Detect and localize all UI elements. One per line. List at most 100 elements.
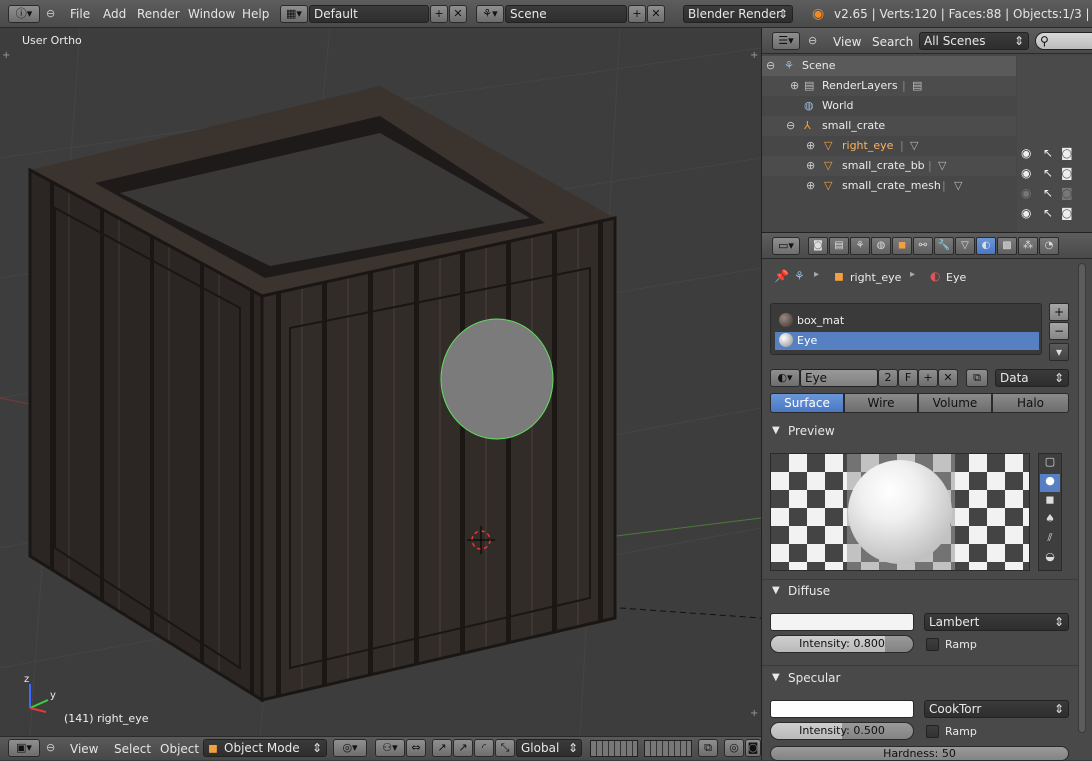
eye-icon[interactable]: ◉ — [1021, 166, 1031, 180]
camera-icon[interactable]: ◙ — [1061, 206, 1073, 220]
material-name-input[interactable]: Eye — [800, 369, 878, 387]
tab-halo[interactable]: Halo — [992, 393, 1069, 413]
specular-color-swatch[interactable] — [770, 700, 914, 718]
tab-object[interactable]: ◼ — [892, 237, 912, 255]
properties-scrollbar[interactable] — [1078, 263, 1086, 733]
menu-help[interactable]: Help — [242, 7, 269, 21]
collapse-icon[interactable]: ⊖ — [786, 119, 795, 132]
menu-add[interactable]: Add — [103, 7, 126, 21]
display-filter-select[interactable]: All Scenes ⇕ — [919, 32, 1029, 50]
expand-icon[interactable]: ⊕ — [806, 159, 815, 172]
material-slot-box-mat[interactable]: box_mat — [775, 312, 1039, 330]
users-count-button[interactable]: 2 — [878, 369, 898, 387]
cursor-icon[interactable]: ↖ — [1043, 186, 1053, 200]
browse-slot-link-button[interactable]: ⧉ — [966, 369, 988, 387]
mode-select[interactable]: ◼ Object Mode ⇕ — [203, 739, 327, 757]
layer-buttons-group-2[interactable] — [644, 740, 692, 757]
opengl-render-button[interactable]: ◙ — [745, 739, 761, 757]
render-preview-button[interactable]: ◎ — [724, 739, 744, 757]
specular-panel-header[interactable]: ▼ Specular — [768, 670, 1078, 690]
scene-field[interactable]: Scene — [505, 5, 627, 23]
delete-layout-button[interactable]: ✕ — [449, 5, 467, 23]
slot-specials-button[interactable]: ▾ — [1049, 343, 1069, 361]
manipulator-toggle[interactable]: ⇔ — [406, 739, 426, 757]
fake-user-button[interactable]: F — [898, 369, 918, 387]
preview-panel-header[interactable]: ▼ Preview — [768, 423, 1078, 443]
tab-wire[interactable]: Wire — [844, 393, 918, 413]
diffuse-ramp-checkbox[interactable] — [926, 638, 939, 651]
add-slot-button[interactable]: + — [1049, 303, 1069, 321]
specular-intensity-slider[interactable]: Intensity: 0.500 — [770, 722, 914, 740]
eye-hidden-icon[interactable]: ◉ — [1021, 186, 1031, 200]
menu-file[interactable]: File — [70, 7, 90, 21]
preview-cube-button[interactable]: ◼ — [1040, 493, 1060, 511]
diffuse-panel-header[interactable]: ▼ Diffuse — [768, 583, 1078, 603]
tree-row-scene[interactable]: ⊖ ⚘ Scene — [762, 56, 1016, 76]
remove-slot-button[interactable]: − — [1049, 322, 1069, 340]
cursor-icon[interactable]: ↖ — [1043, 146, 1053, 160]
tab-world[interactable]: ◍ — [871, 237, 891, 255]
camera-icon[interactable]: ◙ — [1061, 166, 1073, 180]
tab-render-layers[interactable]: ▤ — [829, 237, 849, 255]
menu-object[interactable]: Object — [160, 742, 199, 756]
expand-icon[interactable]: ⊕ — [806, 179, 815, 192]
menu-window[interactable]: Window — [188, 7, 235, 21]
tab-texture[interactable]: ▩ — [997, 237, 1017, 255]
expand-icon[interactable]: ⊕ — [806, 139, 815, 152]
diffuse-shader-select[interactable]: Lambert ⇕ — [924, 613, 1069, 631]
tree-row-small-crate-mesh[interactable]: ⊕ ▽ small_crate_mesh | ▽ — [762, 176, 1016, 196]
camera-icon[interactable]: ◙ — [1061, 186, 1073, 200]
tab-physics[interactable]: ◔ — [1039, 237, 1059, 255]
specular-ramp-checkbox[interactable] — [926, 725, 939, 738]
transform-orientation-select[interactable]: Global ⇕ — [516, 739, 582, 757]
eye-icon[interactable]: ◉ — [1021, 206, 1031, 220]
menu-render[interactable]: Render — [137, 7, 180, 21]
preview-hair-button[interactable]: ⫽ — [1040, 531, 1060, 549]
tab-particles[interactable]: ⁂ — [1018, 237, 1038, 255]
menu-search[interactable]: Search — [872, 35, 913, 49]
diffuse-color-swatch[interactable] — [770, 613, 914, 631]
pivot-point-button[interactable]: ⚇▾ — [375, 739, 405, 757]
delete-scene-button[interactable]: ✕ — [647, 5, 665, 23]
collapse-icon[interactable]: ⊖ — [766, 59, 775, 72]
layer-buttons-group-1[interactable] — [590, 740, 638, 757]
tab-surface[interactable]: Surface — [770, 393, 844, 413]
preview-sky-button[interactable]: ◒ — [1040, 550, 1060, 568]
pin-icon[interactable]: 📌 — [774, 269, 789, 283]
editor-type-button[interactable]: ☰▾ — [772, 32, 800, 50]
expand-icon[interactable]: ⊕ — [790, 79, 799, 92]
right-eye-object[interactable] — [440, 318, 554, 440]
outliner-search-input[interactable]: ⚲ — [1035, 32, 1092, 50]
tree-row-world[interactable]: ◍ World — [762, 96, 1016, 116]
move-manipulator[interactable]: ↗ — [453, 739, 473, 757]
preview-flat-button[interactable]: ▢ — [1040, 455, 1060, 473]
editor-type-button[interactable]: ⓘ▾ — [8, 5, 40, 23]
new-material-button[interactable]: + — [918, 369, 938, 387]
menu-view[interactable]: View — [70, 742, 98, 756]
collapse-menu-icon[interactable]: ⊖ — [46, 6, 55, 22]
tab-constraints[interactable]: ⚯ — [913, 237, 933, 255]
add-layout-button[interactable]: + — [430, 5, 448, 23]
tab-material[interactable]: ◐ — [976, 237, 996, 255]
corner-plus-icon[interactable]: + — [750, 50, 758, 61]
screen-layout-icon-button[interactable]: ▦▾ — [280, 5, 308, 23]
corner-plus-icon[interactable]: + — [2, 50, 10, 61]
3d-viewport[interactable]: User Ortho z y (141) right_eye + + + — [0, 28, 761, 736]
menu-view[interactable]: View — [833, 35, 861, 49]
link-select[interactable]: Data ⇕ — [995, 369, 1069, 387]
scale-manipulator[interactable]: ⤡ — [495, 739, 515, 757]
cursor-icon[interactable]: ↖ — [1043, 206, 1053, 220]
collapse-menu-icon[interactable]: ⊖ — [46, 740, 55, 756]
lock-layers-button[interactable]: ⧉ — [698, 739, 718, 757]
render-engine-select[interactable]: Blender Render ⇕ — [683, 5, 793, 23]
editor-type-button[interactable]: ▣▾ — [8, 739, 40, 757]
menu-select[interactable]: Select — [114, 742, 151, 756]
diffuse-intensity-slider[interactable]: Intensity: 0.800 — [770, 635, 914, 653]
tab-volume[interactable]: Volume — [918, 393, 992, 413]
preview-monkey-button[interactable]: ♠ — [1040, 512, 1060, 530]
specular-shader-select[interactable]: CookTorr ⇕ — [924, 700, 1069, 718]
tab-modifiers[interactable]: 🔧 — [934, 237, 954, 255]
material-slot-eye[interactable]: Eye — [775, 332, 1039, 350]
eye-icon[interactable]: ◉ — [1021, 146, 1031, 160]
collapse-menu-icon[interactable]: ⊖ — [808, 33, 817, 49]
